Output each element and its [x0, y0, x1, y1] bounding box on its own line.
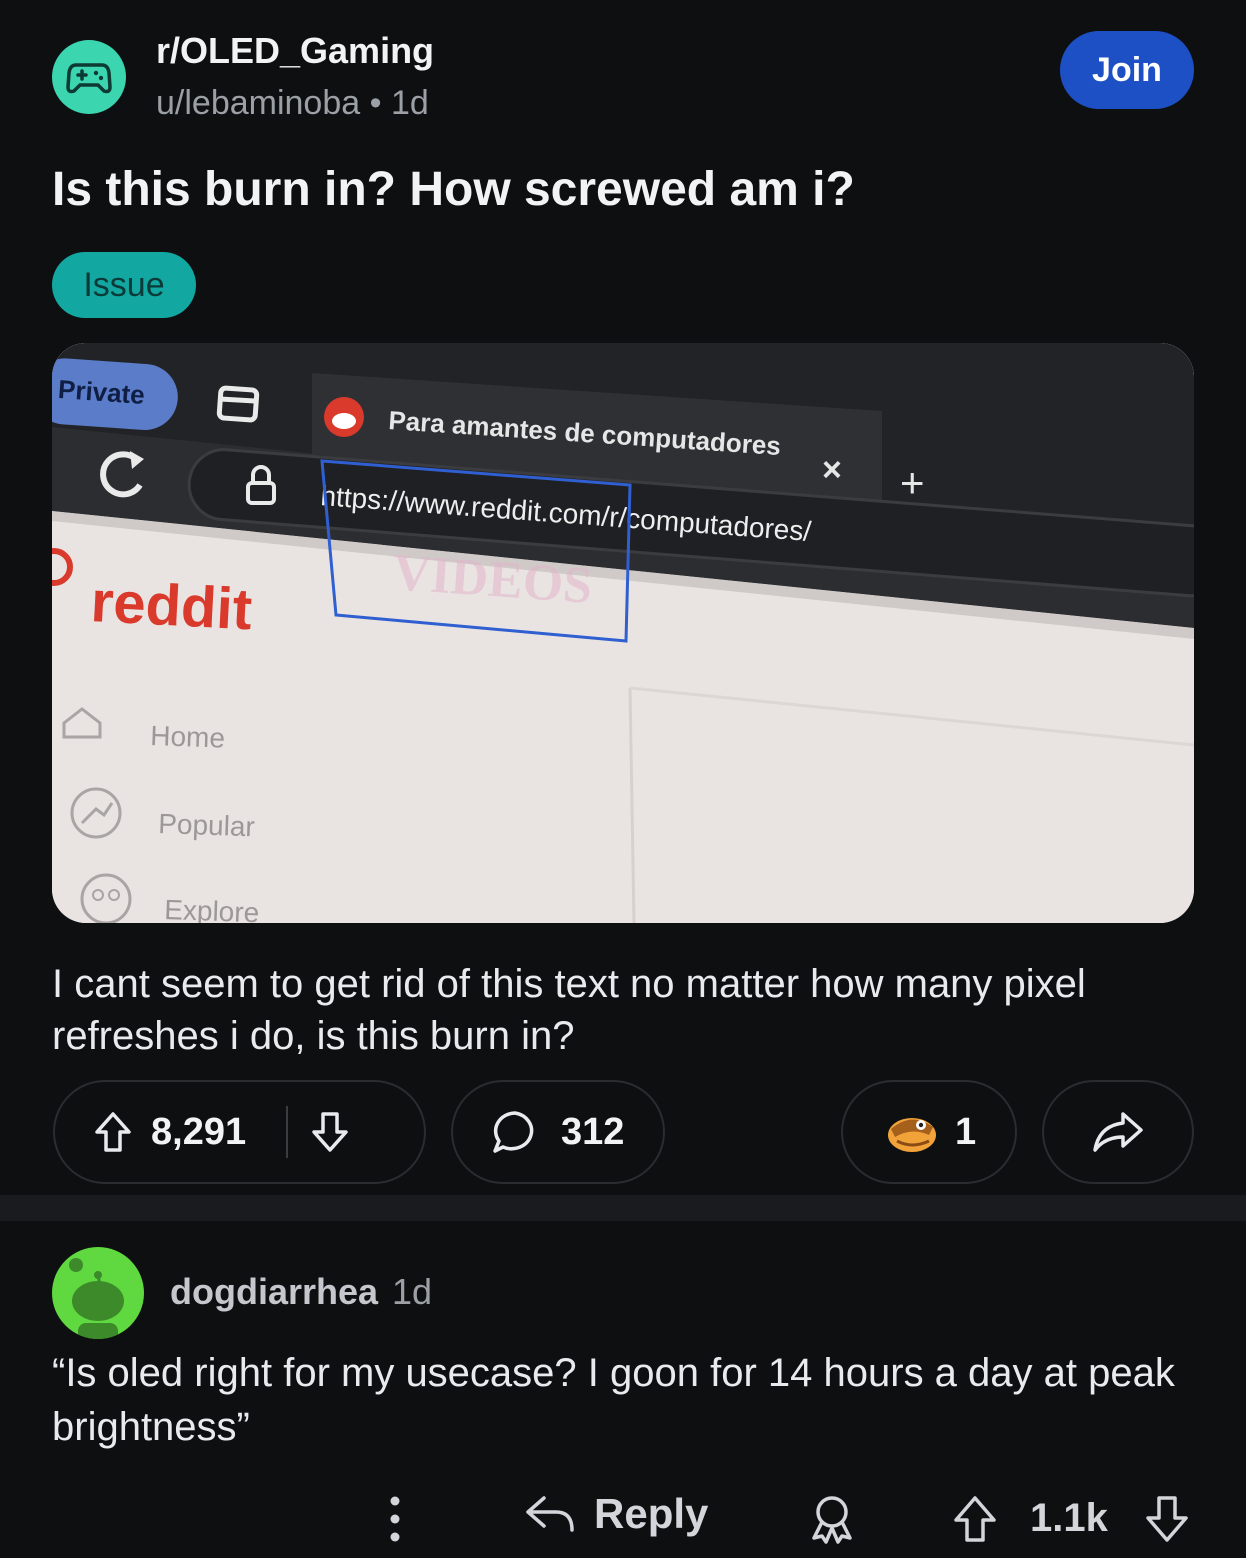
comment-age: 1d [392, 1271, 433, 1312]
commenter-avatar[interactable] [52, 1247, 144, 1339]
upvote-icon[interactable] [93, 1110, 133, 1154]
controller-icon [66, 63, 112, 94]
post-title[interactable]: Is this burn in? How screwed am i? [52, 162, 855, 217]
downvote-icon[interactable] [310, 1110, 350, 1154]
new-tab-icon[interactable]: + [900, 459, 925, 506]
subreddit-avatar[interactable] [52, 40, 126, 114]
comment-upvote-icon[interactable] [952, 1494, 998, 1544]
comment-actions: Reply 1.1k [0, 1480, 1246, 1558]
comment-score: 1.1k [1030, 1496, 1108, 1540]
reply-label: Reply [594, 1490, 709, 1537]
upvote-count: 8,291 [151, 1110, 247, 1153]
vote-bar: 8,291 [53, 1080, 426, 1184]
award-button[interactable]: 1 [841, 1080, 1017, 1184]
post-author[interactable]: u/lebaminoba [156, 84, 360, 122]
comment-downvote-icon[interactable] [1144, 1494, 1190, 1544]
post-body: I cant seem to get rid of this text no m… [52, 962, 1086, 1058]
tab-close-icon[interactable]: × [822, 451, 842, 489]
more-icon[interactable] [382, 1494, 408, 1544]
share-button[interactable] [1042, 1080, 1194, 1184]
meta-separator: • [369, 84, 382, 122]
comment-author[interactable]: dogdiarrhea [170, 1271, 378, 1313]
post-card: r/OLED_Gaming u/lebaminoba • 1d Join Is … [0, 0, 1246, 1195]
subreddit-name[interactable]: r/OLED_Gaming [156, 30, 434, 72]
award-count: 1 [955, 1110, 977, 1153]
snoo-icon [324, 397, 364, 437]
award-icon [888, 1118, 936, 1152]
post-age: 1d [390, 84, 429, 122]
join-button[interactable]: Join [1060, 31, 1194, 109]
reply-button[interactable]: Reply [524, 1490, 708, 1538]
nav-home[interactable]: Home [150, 720, 226, 754]
vote-separator [286, 1106, 289, 1158]
award-outline-icon[interactable] [806, 1492, 858, 1546]
nav-popular[interactable]: Popular [158, 808, 256, 842]
post-meta: u/lebaminoba • 1d [156, 84, 429, 123]
nav-explore[interactable]: Explore [164, 894, 260, 923]
share-icon [1093, 1112, 1143, 1152]
post-flair[interactable]: Issue [52, 252, 196, 318]
comment-count: 312 [561, 1110, 625, 1153]
reddit-logo[interactable]: reddit [89, 569, 253, 642]
reply-icon [526, 1496, 574, 1532]
post-image[interactable]: Private Para amantes de computadores × + [52, 343, 1194, 923]
comments-button[interactable]: 312 [451, 1080, 665, 1184]
private-label: Private [57, 374, 146, 410]
comment-icon [493, 1111, 534, 1153]
comment-body: “Is oled right for my usecase? I goon fo… [52, 1351, 1175, 1449]
section-divider [0, 1195, 1246, 1221]
